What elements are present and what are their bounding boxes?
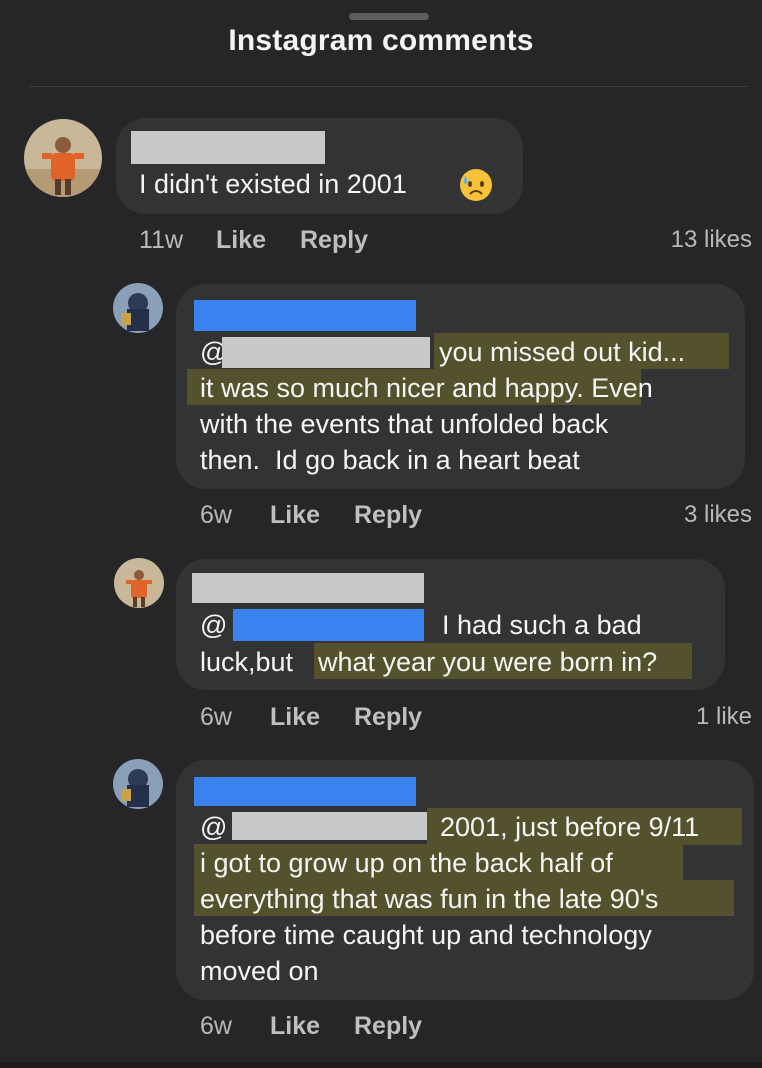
- avatar[interactable]: [113, 759, 163, 809]
- comment-text: I had such a bad: [442, 610, 642, 640]
- highlighted-text: it was so much nicer and happy.: [200, 373, 584, 403]
- comment-text: you missed out kid...: [439, 337, 686, 367]
- mention-at[interactable]: @: [200, 811, 227, 843]
- comment-text: it was so much nicer and happy. Even: [200, 372, 653, 404]
- avatar[interactable]: [24, 119, 102, 197]
- avatar[interactable]: [114, 558, 164, 608]
- reply-button[interactable]: Reply: [354, 1012, 422, 1041]
- likes-count[interactable]: 13 likes: [671, 226, 752, 254]
- comment-text: 2001, just before 9/11: [440, 812, 700, 842]
- reply-button[interactable]: Reply: [354, 703, 422, 732]
- comment-text: with the events that unfolded back: [200, 409, 609, 439]
- comment-time: 6w: [200, 501, 232, 529]
- like-button[interactable]: Like: [270, 703, 320, 732]
- likes-count[interactable]: 1 like: [696, 703, 752, 731]
- reply-button[interactable]: Reply: [354, 501, 422, 530]
- redacted-username: [192, 573, 424, 603]
- comment-time: 6w: [200, 703, 232, 731]
- like-button[interactable]: Like: [270, 501, 320, 530]
- mention-at[interactable]: @: [200, 609, 227, 641]
- redacted-mention: [233, 609, 424, 641]
- like-button[interactable]: Like: [270, 1012, 320, 1041]
- comment-text: then. Id go back in a heart beat: [200, 445, 580, 475]
- header-divider: [30, 86, 748, 87]
- comment-text: before time caught up and technology: [200, 920, 652, 950]
- comment-text: I didn't existed in 2001: [139, 169, 407, 199]
- bottom-edge: [0, 1062, 762, 1068]
- comment-time: 11w: [139, 226, 184, 254]
- redacted-username: [194, 777, 416, 806]
- avatar[interactable]: [113, 283, 163, 333]
- comment-text: luck,but: [200, 647, 301, 677]
- redacted-username: [131, 131, 325, 164]
- comment-text: everything that was fun in the late 90's: [200, 884, 659, 914]
- reply-button[interactable]: Reply: [300, 226, 368, 255]
- redacted-mention: [222, 337, 430, 368]
- likes-count[interactable]: 3 likes: [684, 501, 752, 529]
- comment-text: i got to grow up on the back half of: [200, 848, 613, 878]
- redacted-mention: [232, 812, 430, 840]
- comment-text: what year you were born in?: [318, 647, 658, 677]
- redacted-username: [194, 300, 416, 331]
- like-button[interactable]: Like: [216, 226, 266, 255]
- comment-time: 6w: [200, 1012, 232, 1040]
- page-title: Instagram comments: [228, 24, 534, 57]
- plain-text: Even: [583, 373, 653, 403]
- drag-handle[interactable]: [349, 13, 429, 20]
- sad-sweat-face-icon: [459, 168, 493, 202]
- comments-sheet: Instagram comments I didn't existed in 2…: [0, 0, 762, 1068]
- comment-text: moved on: [200, 956, 319, 986]
